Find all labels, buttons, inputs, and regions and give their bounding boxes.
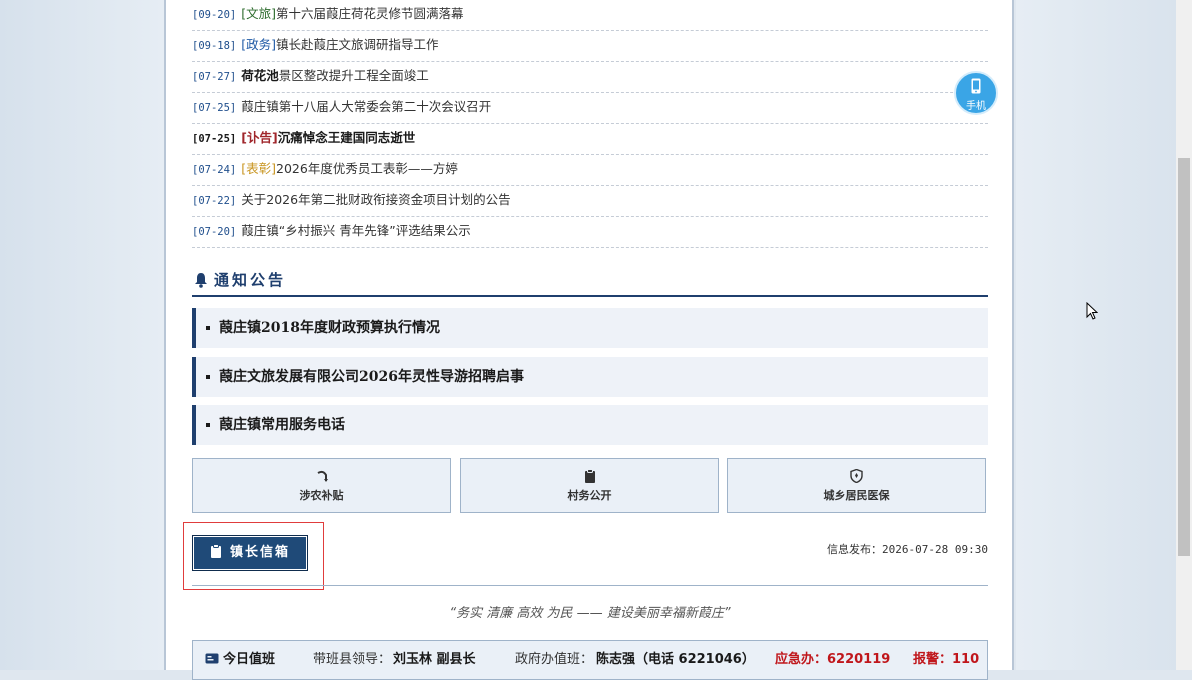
service-label: 城乡居民医保 bbox=[823, 489, 890, 502]
news-title[interactable]: 葭庄镇“乡村振兴 青年先锋”评选结果公示 bbox=[241, 223, 470, 238]
emergency-phone: 应急办：6220119 bbox=[775, 652, 891, 667]
clipboard-icon bbox=[461, 469, 718, 483]
page-background-right bbox=[1016, 0, 1176, 670]
mayor-mailbox-label: 镇长信箱 bbox=[229, 545, 290, 560]
notice-title[interactable]: 葭庄镇常用服务电话 bbox=[219, 417, 345, 433]
news-item[interactable]: [07-25] 葭庄镇第十八届人大常委会第二十次会议召开 bbox=[192, 93, 988, 124]
scrollbar-thumb[interactable] bbox=[1178, 158, 1190, 556]
duty-leader-value: 刘玉林 副县长 bbox=[393, 652, 476, 667]
news-date: [07-24] bbox=[192, 164, 237, 176]
news-item[interactable]: [07-25] [讣告]沉痛悼念王建国同志逝世 bbox=[192, 124, 988, 155]
service-button-agri-subsidy[interactable]: 涉农补贴 bbox=[192, 458, 451, 513]
notice-title[interactable]: 葭庄镇2018年度财政预算执行情况 bbox=[219, 320, 440, 336]
news-date: [09-18] bbox=[192, 40, 237, 52]
police-phone: 报警：110 bbox=[913, 652, 980, 667]
sprout-icon bbox=[193, 469, 450, 483]
service-label: 村务公开 bbox=[567, 489, 612, 502]
news-title[interactable]: 关于2026年第二批财政衔接资金项目计划的公告 bbox=[241, 192, 510, 207]
news-tag: [文旅] bbox=[241, 6, 277, 21]
news-date: [07-25] bbox=[192, 102, 237, 114]
notice-item[interactable]: 葭庄文旅发展有限公司2026年灵性导游招聘启事 bbox=[192, 357, 988, 397]
mobile-label: 手机 bbox=[966, 101, 986, 112]
news-date: [07-25] bbox=[192, 133, 237, 145]
news-title[interactable]: 葭庄镇第十八届人大常委会第二十次会议召开 bbox=[241, 99, 491, 114]
duty-leader-label: 带班县领导： bbox=[313, 652, 392, 667]
news-date: [09-20] bbox=[192, 9, 237, 21]
news-item[interactable]: [07-24] [表彰]2026年度优秀员工表彰——方婷 bbox=[192, 155, 988, 186]
news-title[interactable]: 景区整改提升工程全面竣工 bbox=[279, 68, 429, 83]
news-item[interactable]: [07-27] 荷花池景区整改提升工程全面竣工 bbox=[192, 62, 988, 93]
service-label: 涉农补贴 bbox=[299, 489, 344, 502]
news-item[interactable]: [07-20] 葭庄镇“乡村振兴 青年先锋”评选结果公示 bbox=[192, 217, 988, 248]
clipboard-icon bbox=[210, 544, 221, 558]
news-title[interactable]: 沉痛悼念王建国同志逝世 bbox=[278, 130, 416, 145]
mouse-cursor-icon bbox=[1086, 302, 1098, 320]
news-date: [07-20] bbox=[192, 226, 237, 238]
notice-title[interactable]: 葭庄文旅发展有限公司2026年灵性导游招聘启事 bbox=[219, 369, 524, 385]
publish-time: 2026-07-28 09:30 bbox=[882, 543, 988, 556]
news-tag: 荷花池 bbox=[241, 68, 279, 83]
bullet-icon bbox=[206, 326, 210, 330]
notice-section-title: 通知公告 bbox=[214, 271, 287, 289]
publish-label: 信息发布： bbox=[827, 543, 883, 556]
news-tag: [表彰] bbox=[241, 161, 277, 176]
news-tag: [讣告] bbox=[241, 130, 278, 145]
main-content-panel: [09-20] [文旅]第十六届葭庄荷花灵修节圆满落幕 [09-18] [政务]镇长… bbox=[164, 0, 1014, 680]
notice-item[interactable]: 葭庄镇2018年度财政预算执行情况 bbox=[192, 308, 988, 348]
news-item[interactable]: [09-18] [政务]镇长赴葭庄文旅调研指导工作 bbox=[192, 31, 988, 62]
duty-title-group: 今日值班 bbox=[205, 641, 275, 679]
news-date: [07-22] bbox=[192, 195, 237, 207]
phone-icon bbox=[971, 78, 981, 94]
publish-info: 信息发布：2026-07-28 09:30 bbox=[827, 541, 988, 557]
notice-section-header: 通知公告 bbox=[192, 268, 988, 297]
duty-office-value: 陈志强（电话 6221046） bbox=[596, 652, 755, 667]
id-card-icon bbox=[205, 653, 219, 664]
page-background-left bbox=[0, 0, 164, 670]
bell-icon bbox=[195, 273, 207, 288]
slogan: “务实 清廉 高效 为民 —— 建设美丽幸福新葭庄” bbox=[449, 606, 731, 621]
service-button-village-affairs[interactable]: 村务公开 bbox=[460, 458, 719, 513]
mobile-version-button[interactable]: 手机 bbox=[954, 71, 998, 115]
notice-item[interactable]: 葭庄镇常用服务电话 bbox=[192, 405, 988, 445]
news-item[interactable]: [07-22] 关于2026年第二批财政衔接资金项目计划的公告 bbox=[192, 186, 988, 217]
divider bbox=[192, 585, 988, 586]
bullet-icon bbox=[206, 375, 210, 379]
bullet-icon bbox=[206, 423, 210, 427]
service-button-medical-insurance[interactable]: 城乡居民医保 bbox=[727, 458, 986, 513]
news-tag: [政务] bbox=[241, 37, 277, 52]
duty-bar: 今日值班 带班县领导： 刘玉林 副县长 政府办值班： 陈志强（电话 622104… bbox=[192, 640, 988, 680]
news-date: [07-27] bbox=[192, 71, 237, 83]
duty-title: 今日值班 bbox=[223, 652, 276, 667]
shield-icon bbox=[728, 469, 985, 483]
news-title[interactable]: 镇长赴葭庄文旅调研指导工作 bbox=[276, 37, 439, 52]
vertical-scrollbar[interactable] bbox=[1176, 0, 1192, 670]
news-item[interactable]: [09-20] [文旅]第十六届葭庄荷花灵修节圆满落幕 bbox=[192, 0, 988, 31]
news-title[interactable]: 第十六届葭庄荷花灵修节圆满落幕 bbox=[276, 6, 464, 21]
news-title[interactable]: 2026年度优秀员工表彰——方婷 bbox=[276, 161, 458, 176]
duty-office-label: 政府办值班： bbox=[515, 652, 594, 667]
mayor-mailbox-button[interactable]: 镇长信箱 bbox=[192, 535, 308, 571]
